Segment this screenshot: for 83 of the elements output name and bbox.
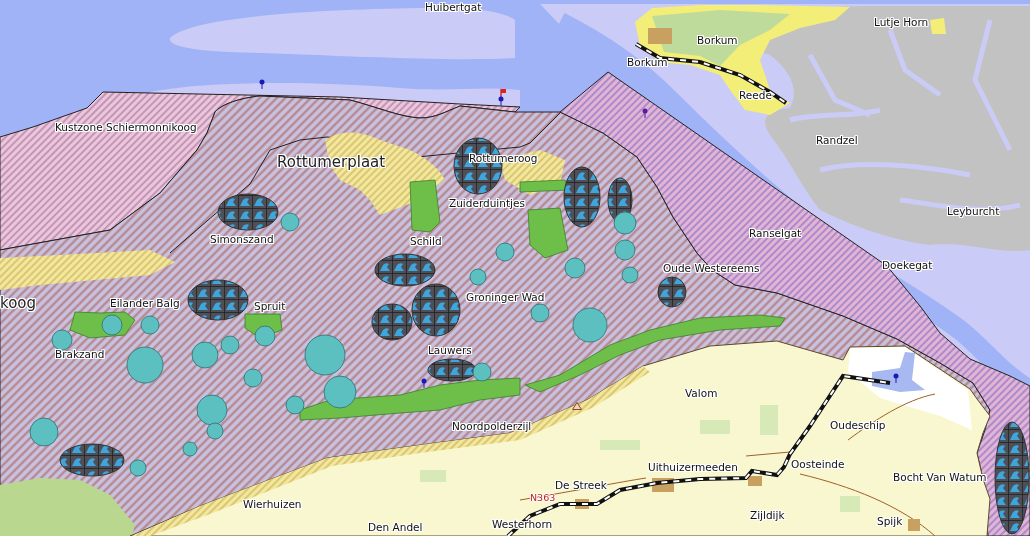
circle-area: [126, 346, 164, 384]
circle-area: [243, 368, 263, 388]
place-label: Rottumeroog: [469, 152, 538, 164]
triangle-marker-icon: [572, 402, 582, 410]
place-label: Oosteinde: [791, 458, 845, 470]
circle-area: [564, 257, 586, 279]
circle-area: [254, 325, 276, 347]
place-label: Oudeschip: [830, 419, 886, 431]
field-patch: [600, 440, 640, 450]
place-label: Valom: [685, 387, 718, 399]
place-label: Den Andel: [368, 521, 423, 533]
place-label: Reede: [739, 89, 772, 101]
pin-icon: [893, 373, 899, 383]
circle-area: [191, 341, 219, 369]
place-label: Doekegat: [882, 259, 933, 271]
place-label: Eilander Balg: [110, 297, 180, 309]
place-label: Leyburcht: [947, 205, 1000, 217]
pin-icon: [259, 79, 265, 89]
circle-area: [129, 459, 147, 477]
field-patch: [700, 420, 730, 434]
circle-area: [304, 334, 346, 376]
place-label: Rottumerplaat: [277, 154, 386, 171]
patterned-area: [217, 193, 279, 231]
place-label: Spijk: [877, 515, 903, 527]
circle-area: [472, 362, 492, 382]
patterned-area: [427, 358, 477, 382]
pin-icon: [498, 96, 504, 106]
circle-area: [51, 329, 73, 351]
place-label: Kustzone Schiermonnikoog: [55, 121, 197, 133]
sand-bank: [930, 18, 946, 34]
place-label: Lauwers: [428, 344, 472, 356]
place-label: koog: [0, 295, 37, 312]
town-area: [575, 499, 589, 509]
field-patch: [420, 470, 446, 482]
circle-area: [530, 303, 550, 323]
pin-icon: [421, 378, 427, 388]
circle-area: [614, 239, 636, 261]
circle-area: [101, 314, 123, 336]
patterned-area: [371, 303, 413, 341]
circle-area: [495, 242, 515, 262]
circle-area: [182, 441, 198, 457]
place-label: Spruit: [254, 300, 286, 312]
town-area: [648, 28, 672, 44]
town-area: [748, 476, 762, 486]
circle-area: [285, 395, 305, 415]
field-patch: [840, 496, 860, 512]
place-label: Borkum: [697, 34, 738, 46]
place-label: Uithuizermeeden: [648, 461, 738, 473]
patterned-area: [187, 279, 249, 321]
place-label: De Streek: [555, 479, 607, 491]
field-patch: [760, 405, 778, 435]
place-label: Noordpolderzijl: [452, 420, 532, 432]
place-label: Huibertgat: [425, 1, 482, 13]
circle-area: [29, 417, 59, 447]
place-label: Zuiderduintjes: [449, 197, 525, 209]
place-label: Groninger Wad: [466, 291, 545, 303]
circle-area: [140, 315, 160, 335]
place-label: Lutje Horn: [874, 16, 929, 28]
place-label: Simonszand: [210, 233, 274, 245]
place-label: Ranselgat: [749, 227, 802, 239]
place-label: Brakzand: [55, 348, 105, 360]
pin-icon: [642, 108, 648, 118]
place-label: Wierhuizen: [243, 498, 302, 510]
harbor-basin: [872, 352, 925, 392]
circle-area: [572, 307, 608, 343]
circle-area: [613, 211, 637, 235]
road-number: N363: [530, 492, 556, 503]
nature-area: [527, 207, 569, 259]
flag-icon: [500, 89, 506, 97]
place-label: Zijldijk: [750, 509, 785, 521]
place-label: Schild: [410, 235, 442, 247]
patterned-area: [657, 276, 687, 308]
place-label: Randzel: [816, 134, 858, 146]
place-label: Borkum: [627, 56, 668, 68]
circle-area: [621, 266, 639, 284]
nature-area: [409, 179, 441, 233]
circle-area: [469, 268, 487, 286]
patterned-area: [563, 166, 601, 228]
circle-area: [323, 375, 357, 409]
circle-area: [220, 335, 240, 355]
town-area: [908, 519, 920, 531]
patterned-area: [59, 443, 125, 477]
circle-area: [280, 212, 300, 232]
